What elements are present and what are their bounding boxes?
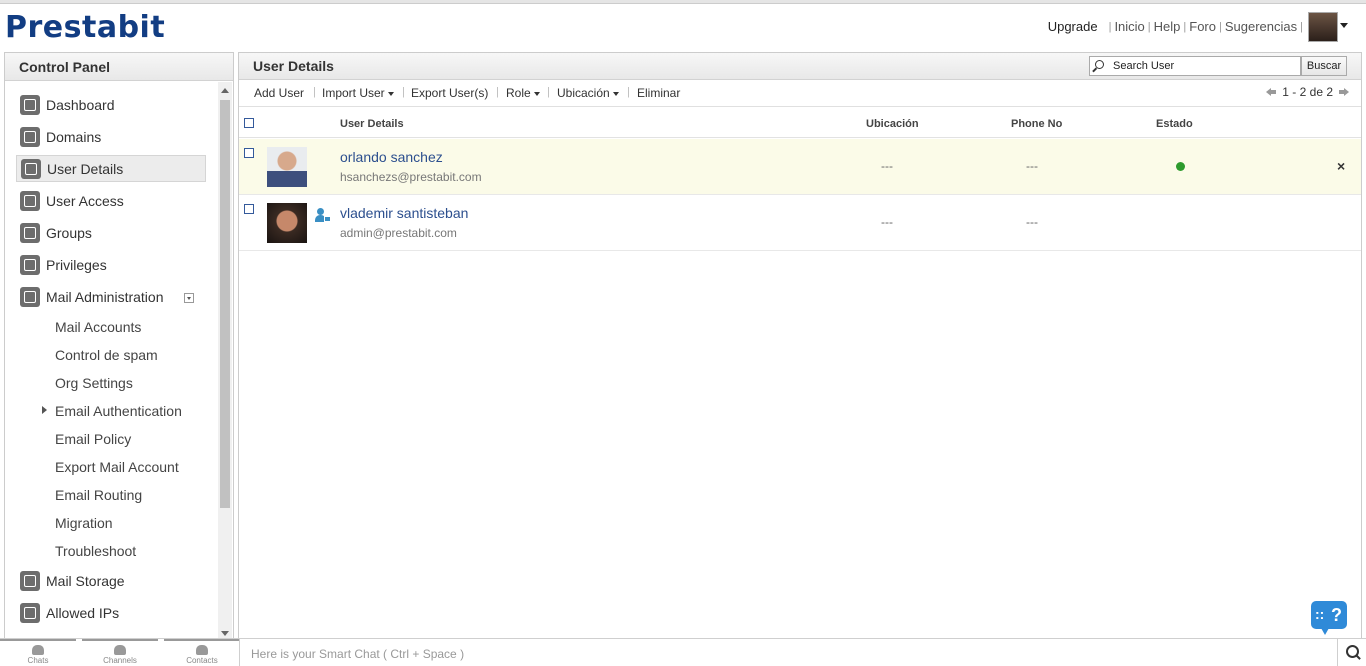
control-panel-sidebar: Control Panel Dashboard Domains User Det… [4, 52, 234, 639]
user-access-icon [20, 190, 40, 211]
sidebar-nav: Dashboard Domains User Details User Acce… [5, 82, 217, 638]
column-ubicacion: Ubicación [866, 118, 919, 130]
admin-user-icon [315, 208, 331, 224]
ubicacion-dropdown[interactable]: Ubicación [557, 86, 619, 100]
smart-chat-bar: Chats Channels Contacts Here is your Sma… [0, 638, 1366, 666]
table-row[interactable]: orlando sanchez hsanchezs@prestabit.com … [239, 139, 1361, 195]
chevron-down-icon [533, 91, 540, 96]
scroll-thumb[interactable] [220, 100, 230, 508]
inicio-link[interactable]: Inicio [1114, 19, 1144, 34]
header: Prestabit Upgrade | Inicio | Help | Foro… [0, 4, 1366, 50]
dashboard-icon [20, 94, 40, 115]
export-users-button[interactable]: Export User(s) [411, 86, 488, 100]
avatar [267, 203, 307, 243]
sidebar-item-dashboard[interactable]: Dashboard [16, 91, 206, 118]
scroll-up-icon[interactable] [221, 88, 229, 93]
channels-icon [114, 645, 126, 655]
top-links: Upgrade | Inicio | Help | Foro | Sugeren… [1047, 19, 1303, 34]
user-name[interactable]: orlando sanchez [340, 149, 443, 165]
page-title: User Details [253, 58, 334, 74]
eliminar-button[interactable]: Eliminar [637, 86, 680, 100]
chats-tab[interactable]: Chats [0, 639, 76, 666]
table-row[interactable]: vlademir santisteban admin@prestabit.com… [239, 195, 1361, 251]
search-icon[interactable] [1337, 639, 1366, 666]
expand-arrow-icon[interactable] [42, 406, 47, 414]
sidebar-item-user-details[interactable]: User Details [16, 155, 206, 182]
prestabit-logo[interactable]: Prestabit [5, 10, 165, 45]
sugerencias-link[interactable]: Sugerencias [1225, 19, 1297, 34]
sidebar-sub-email-authentication[interactable]: Email Authentication [55, 403, 182, 419]
next-page-icon[interactable] [1339, 87, 1349, 97]
user-email: admin@prestabit.com [340, 226, 457, 240]
ubicacion-value: --- [881, 159, 893, 173]
storage-icon [20, 570, 40, 591]
user-email: hsanchezs@prestabit.com [340, 170, 482, 184]
row-checkbox[interactable] [244, 204, 254, 214]
chevron-down-icon [387, 91, 394, 96]
smart-chat-input[interactable]: Here is your Smart Chat ( Ctrl + Space ) [239, 639, 1336, 666]
phone-value: --- [1026, 215, 1038, 229]
globe-icon [20, 126, 40, 147]
role-dropdown[interactable]: Role [506, 86, 540, 100]
scroll-down-icon[interactable] [221, 631, 229, 636]
row-checkbox[interactable] [244, 148, 254, 158]
sidebar-item-domains[interactable]: Domains [16, 123, 206, 150]
contacts-tab[interactable]: Contacts [164, 639, 240, 666]
prev-page-icon[interactable] [1266, 87, 1277, 97]
user-icon [21, 158, 41, 179]
collapse-icon[interactable] [184, 293, 194, 303]
search-icon [1095, 60, 1104, 69]
sidebar-sub-troubleshoot[interactable]: Troubleshoot [55, 543, 136, 559]
close-icon[interactable]: × [1337, 158, 1345, 174]
sidebar-item-user-access[interactable]: User Access [16, 187, 206, 214]
sidebar-item-mail-storage[interactable]: Mail Storage [16, 567, 206, 594]
user-details-panel: User Details Search User Buscar Add User… [238, 52, 1362, 639]
channels-tab[interactable]: Channels [82, 639, 158, 666]
pagination: 1 - 2 de 2 [1266, 85, 1349, 99]
profile-caret-icon[interactable] [1340, 23, 1348, 28]
phone-value: --- [1026, 159, 1038, 173]
sidebar-sub-email-policy[interactable]: Email Policy [55, 431, 131, 447]
sidebar-sub-spam-control[interactable]: Control de spam [55, 347, 158, 363]
ubicacion-value: --- [881, 215, 893, 229]
sidebar-scrollbar[interactable] [218, 82, 232, 638]
table-header: User Details Ubicación Phone No Estado [239, 108, 1361, 138]
avatar [267, 147, 307, 187]
sidebar-sub-export-mail-account[interactable]: Export Mail Account [55, 459, 179, 475]
column-phone: Phone No [1011, 118, 1063, 130]
import-user-button[interactable]: Import User [322, 86, 394, 100]
panel-header: User Details Search User Buscar [239, 53, 1361, 80]
sidebar-item-groups[interactable]: Groups [16, 219, 206, 246]
upgrade-link[interactable]: Upgrade [1048, 19, 1098, 34]
help-chat-bubble-icon[interactable]: ? [1311, 600, 1347, 635]
page-range: 1 - 2 de 2 [1282, 85, 1333, 99]
sidebar-item-allowed-ips[interactable]: Allowed IPs [16, 599, 206, 626]
sidebar-sub-migration[interactable]: Migration [55, 515, 113, 531]
toolbar: Add User | Import User | Export User(s) … [239, 81, 1361, 107]
sidebar-sub-mail-accounts[interactable]: Mail Accounts [55, 319, 141, 335]
profile-avatar[interactable] [1308, 12, 1338, 42]
sidebar-item-mail-administration[interactable]: Mail Administration [16, 283, 206, 310]
select-all-checkbox[interactable] [244, 118, 254, 128]
mail-icon [20, 286, 40, 307]
sidebar-title: Control Panel [5, 53, 233, 81]
search-button[interactable]: Buscar [1301, 56, 1347, 76]
user-name[interactable]: vlademir santisteban [340, 205, 468, 221]
document-icon [20, 254, 40, 275]
sidebar-item-privileges[interactable]: Privileges [16, 251, 206, 278]
groups-icon [20, 222, 40, 243]
status-active-icon [1176, 162, 1185, 171]
contacts-icon [196, 645, 208, 655]
chat-bubble-icon [32, 645, 44, 655]
sidebar-sub-org-settings[interactable]: Org Settings [55, 375, 133, 391]
add-user-button[interactable]: Add User [254, 86, 304, 100]
column-estado: Estado [1156, 118, 1193, 130]
search-input[interactable]: Search User [1089, 56, 1301, 76]
ip-icon [20, 602, 40, 623]
sidebar-sub-email-routing[interactable]: Email Routing [55, 487, 142, 503]
help-link[interactable]: Help [1154, 19, 1181, 34]
foro-link[interactable]: Foro [1189, 19, 1216, 34]
column-user-details: User Details [340, 118, 404, 130]
chevron-down-icon [612, 91, 619, 96]
